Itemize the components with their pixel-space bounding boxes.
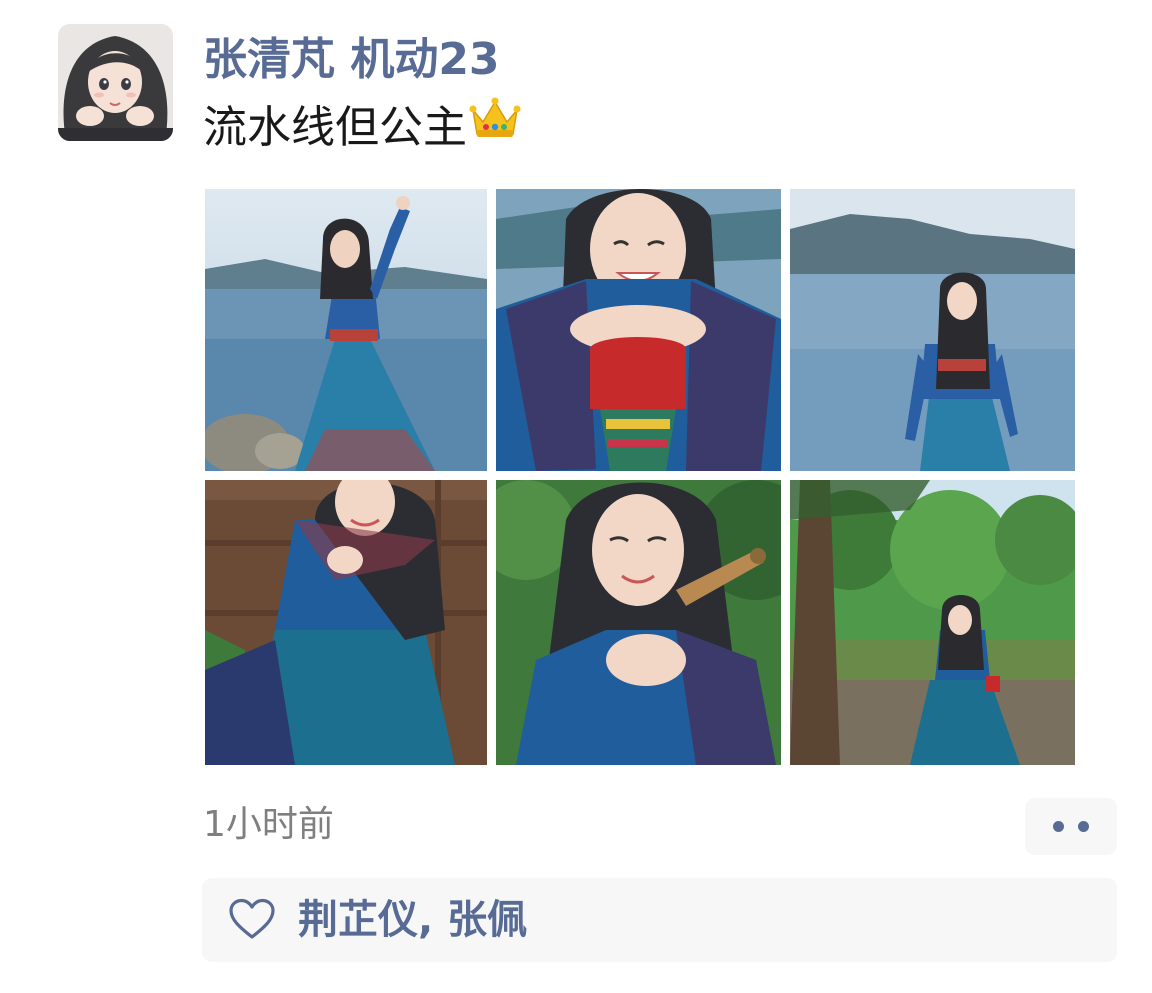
photo-3[interactable] <box>790 189 1075 471</box>
post-text: 流水线但公主 <box>203 96 521 160</box>
author-avatar[interactable] <box>58 24 173 141</box>
photo-6[interactable] <box>790 480 1075 765</box>
instrument-portrait-photo-icon <box>496 480 781 765</box>
avatar-illustration-icon <box>58 24 173 141</box>
lake-photo-icon <box>790 189 1075 471</box>
heart-icon <box>228 898 276 944</box>
seated-portrait-photo-icon <box>205 480 487 765</box>
photo-5[interactable] <box>496 480 781 765</box>
author-name[interactable]: 张清芃 机动23 <box>203 30 500 90</box>
lake-photo-icon <box>205 189 487 471</box>
crown-icon <box>469 96 521 156</box>
post-text-content: 流水线但公主 <box>203 102 467 153</box>
post-timestamp: 1小时前 <box>203 804 334 845</box>
photo-2[interactable] <box>496 189 781 471</box>
likes-panel: 荆芷仪, 张佩 <box>202 878 1117 962</box>
garden-photo-icon <box>790 480 1075 765</box>
photo-grid <box>205 189 1075 765</box>
more-dot-icon <box>1053 821 1064 832</box>
more-dot-icon <box>1078 821 1089 832</box>
drum-portrait-photo-icon <box>496 189 781 471</box>
photo-1[interactable] <box>205 189 487 471</box>
photo-4[interactable] <box>205 480 487 765</box>
more-options-button[interactable] <box>1025 798 1117 855</box>
likes-names[interactable]: 荆芷仪, 张佩 <box>298 892 527 948</box>
